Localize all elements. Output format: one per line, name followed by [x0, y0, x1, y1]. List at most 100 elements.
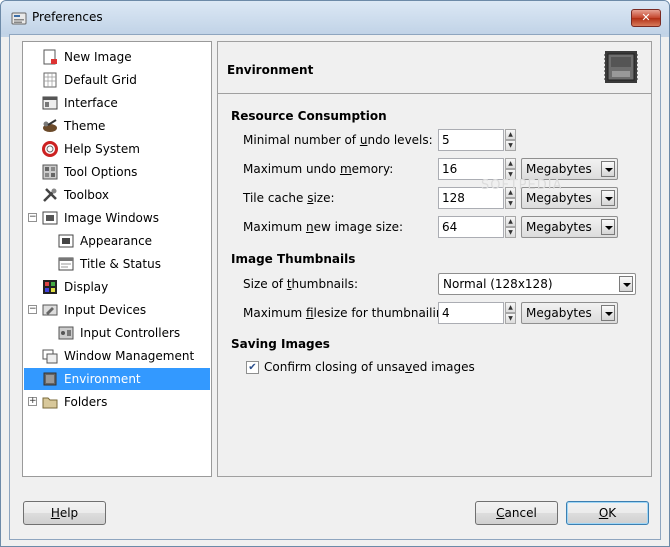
spin-down-icon[interactable]: ▼ [505, 140, 516, 151]
tree-item-default-grid[interactable]: Default Grid [24, 69, 210, 91]
image-thumbnails-heading: Image Thumbnails [231, 252, 356, 266]
watermark-text: SOFTPEDIA [481, 178, 563, 193]
tile-cache-label: Tile cache size: [243, 191, 335, 205]
tree-label: Environment [64, 372, 141, 386]
spin-up-icon[interactable]: ▲ [505, 216, 516, 227]
tree-item-input-controllers[interactable]: Input Controllers [24, 322, 210, 344]
spin-down-icon[interactable]: ▼ [505, 227, 516, 238]
input-controllers-icon [58, 326, 74, 340]
spin-up-icon[interactable]: ▲ [505, 302, 516, 313]
preferences-window: Preferences ✕ New Image Default Grid Int… [0, 0, 670, 547]
panel-title: Environment [227, 63, 314, 77]
category-tree[interactable]: New Image Default Grid Interface Theme H… [22, 41, 212, 477]
tree-item-environment[interactable]: Environment [24, 368, 210, 390]
saving-images-heading: Saving Images [231, 337, 330, 351]
window-management-icon [42, 349, 58, 364]
collapse-icon[interactable]: − [28, 213, 37, 222]
undo-memory-label: Maximum undo memory: [243, 162, 394, 176]
tree-label: Theme [64, 119, 106, 133]
tree-item-toolbox[interactable]: Toolbox [24, 184, 210, 206]
tree-item-folders[interactable]: + Folders [24, 391, 210, 413]
chevron-down-icon[interactable] [619, 276, 633, 292]
cancel-button[interactable]: Cancel [475, 501, 558, 525]
thumbnail-size-label: Size of thumbnails: [243, 277, 358, 291]
tree-label: Display [64, 280, 109, 294]
thumbnail-size-value: Normal (128x128) [443, 277, 553, 291]
folders-icon [42, 397, 58, 409]
dialog-client-area: New Image Default Grid Interface Theme H… [9, 34, 661, 540]
undo-memory-spinner[interactable]: 16 ▲ ▼ [438, 158, 518, 180]
confirm-closing-label[interactable]: Confirm closing of unsaved images [264, 360, 475, 374]
thumbnail-filesize-spinner[interactable]: 4 ▲ ▼ [438, 302, 518, 324]
tree-label: Default Grid [64, 73, 137, 87]
unit-value: Megabytes [526, 162, 592, 176]
lifebuoy-icon [42, 141, 58, 157]
thumbnail-filesize-label: Maximum filesize for thumbnailing: [243, 306, 456, 320]
expand-icon[interactable]: + [28, 397, 37, 406]
title-status-icon [58, 257, 74, 271]
confirm-closing-checkbox[interactable]: ✔ [246, 361, 259, 374]
tree-item-title-status[interactable]: Title & Status [24, 253, 210, 275]
ok-button[interactable]: OK [566, 501, 649, 525]
unit-value: Megabytes [526, 220, 592, 234]
tree-item-tool-options[interactable]: Tool Options [24, 161, 210, 183]
window-title: Preferences [32, 10, 103, 24]
thumbnail-filesize-input[interactable]: 4 [438, 302, 504, 324]
tree-item-interface[interactable]: Interface [24, 92, 210, 114]
environment-icon [43, 372, 57, 386]
close-icon: ✕ [641, 11, 651, 24]
close-window-button[interactable]: ✕ [631, 9, 661, 27]
theme-icon [43, 119, 57, 132]
tree-label: Interface [64, 96, 118, 110]
spin-up-icon[interactable]: ▲ [505, 129, 516, 140]
interface-icon [42, 96, 58, 110]
tree-item-image-windows[interactable]: − Image Windows [24, 207, 210, 229]
new-image-size-input[interactable]: 64 [438, 216, 504, 238]
image-window-icon [42, 211, 58, 225]
tree-label: Window Management [64, 349, 195, 363]
new-image-size-label: Maximum new image size: [243, 220, 404, 234]
new-image-size-spinner[interactable]: 64 ▲ ▼ [438, 216, 518, 238]
tree-item-input-devices[interactable]: − Input Devices [24, 299, 210, 321]
collapse-icon[interactable]: − [28, 305, 37, 314]
undo-memory-unit-select[interactable]: Megabytes [521, 158, 618, 180]
tree-label: Image Windows [64, 211, 159, 225]
tree-item-new-image[interactable]: New Image [24, 46, 210, 68]
ram-icon [604, 51, 638, 83]
unit-value: Megabytes [526, 306, 592, 320]
input-devices-icon [42, 304, 58, 316]
spin-up-icon[interactable]: ▲ [505, 158, 516, 169]
tree-item-window-management[interactable]: Window Management [24, 345, 210, 367]
title-bar[interactable]: Preferences ✕ [1, 1, 669, 34]
chevron-down-icon[interactable] [601, 305, 615, 321]
tree-label: New Image [64, 50, 132, 64]
tree-item-appearance[interactable]: Appearance [24, 230, 210, 252]
tree-item-display[interactable]: Display [24, 276, 210, 298]
undo-levels-spinner[interactable]: 5 ▲ ▼ [438, 129, 518, 151]
tree-label: Folders [64, 395, 108, 409]
preferences-app-icon [11, 12, 27, 25]
tree-label: Title & Status [80, 257, 161, 271]
tree-item-theme[interactable]: Theme [24, 115, 210, 137]
thumbnail-filesize-unit-select[interactable]: Megabytes [521, 302, 618, 324]
tree-label: Tool Options [64, 165, 138, 179]
tree-label: Input Controllers [80, 326, 181, 340]
undo-levels-input[interactable]: 5 [438, 129, 504, 151]
resource-consumption-heading: Resource Consumption [231, 109, 387, 123]
spin-down-icon[interactable]: ▼ [505, 198, 516, 209]
chevron-down-icon[interactable] [601, 219, 615, 235]
thumbnail-size-select[interactable]: Normal (128x128) [438, 273, 636, 295]
help-button[interactable]: Help [23, 501, 106, 525]
checkmark-icon: ✔ [248, 362, 257, 373]
chevron-down-icon[interactable] [601, 190, 615, 206]
tree-label: Appearance [80, 234, 153, 248]
panel-header: Environment [218, 42, 651, 94]
tree-item-help-system[interactable]: Help System [24, 138, 210, 160]
spin-down-icon[interactable]: ▼ [505, 313, 516, 324]
new-image-size-unit-select[interactable]: Megabytes [521, 216, 618, 238]
chevron-down-icon[interactable] [601, 161, 615, 177]
new-image-icon [43, 49, 57, 65]
tool-options-icon [42, 164, 58, 180]
undo-memory-input[interactable]: 16 [438, 158, 504, 180]
toolbox-icon [43, 188, 57, 202]
